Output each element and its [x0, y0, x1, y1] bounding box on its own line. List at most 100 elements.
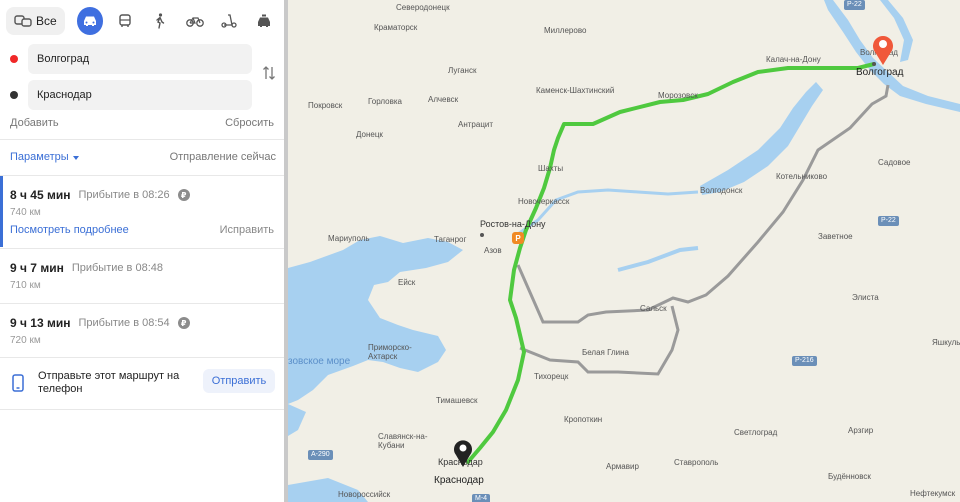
map-label: Приморско-Ахтарск — [368, 343, 412, 361]
route-duration: 9 ч 13 мин — [10, 316, 71, 330]
road-shield: Р-216 — [792, 356, 817, 366]
map-view[interactable]: Краматорск Северодонецк Миллерово Луганс… — [288, 0, 960, 502]
map-label: Элиста — [852, 293, 879, 302]
map-label: Нефтекумск — [910, 489, 956, 498]
road-shield: Р-22 — [878, 216, 899, 226]
params-label: Параметры — [10, 151, 69, 163]
map-label: Тихорецк — [534, 372, 569, 381]
toll-road-icon: ₽ — [177, 317, 190, 329]
departure-select[interactable]: Отправление сейчас — [170, 151, 276, 163]
mode-all-button[interactable]: Все — [6, 7, 65, 35]
route-point-from: Волгоград — [10, 44, 252, 74]
divider — [0, 139, 284, 140]
map-label: Шахты — [538, 164, 564, 173]
send-to-phone: Отправьте этот маршрут на телефон Отправ… — [0, 358, 284, 410]
map-label: Миллерово — [544, 26, 587, 35]
route-distance: 720 км — [10, 335, 41, 346]
kuban-estuary — [288, 404, 306, 436]
map-label: Азов — [484, 246, 502, 255]
params-dropdown[interactable]: Параметры — [10, 151, 79, 163]
selected-indicator — [0, 176, 3, 247]
map-label: Краматорск — [374, 23, 418, 32]
from-dot-icon — [10, 55, 18, 63]
bicycle-icon[interactable] — [182, 8, 207, 34]
scooter-icon[interactable] — [217, 8, 242, 34]
to-dot-icon — [10, 91, 18, 99]
road-shield: Р-22 — [844, 0, 865, 10]
route-details-link[interactable]: Посмотреть подробнее — [10, 224, 129, 236]
reset-link[interactable]: Сбросить — [225, 117, 274, 129]
route-distance: 710 км — [10, 280, 41, 291]
map-label: Сальск — [640, 304, 667, 313]
phone-icon — [12, 374, 24, 392]
route-summary: 9 ч 7 мин Прибытие в 08:48 — [10, 261, 163, 275]
route-duration: 9 ч 7 мин — [10, 261, 64, 275]
map-label: Новочеркасск — [518, 197, 570, 206]
map-label: Морозовск — [658, 91, 698, 100]
map-label: Кропоткин — [564, 415, 603, 424]
car-bus-icon — [14, 14, 32, 28]
map-label: Покровск — [308, 101, 343, 110]
route-summary: 8 ч 45 мин Прибытие в 08:26 ₽ — [10, 188, 190, 202]
alt-route-line-2 — [519, 305, 680, 376]
bus-icon[interactable] — [113, 8, 138, 34]
car-icon[interactable] — [76, 7, 104, 35]
route-duration: 8 ч 45 мин — [10, 188, 71, 202]
map-label: Горловка — [368, 97, 403, 106]
map-label: Таганрог — [434, 235, 467, 244]
map-label: Луганск — [448, 66, 477, 75]
azov-sea — [288, 236, 463, 404]
route-panel: Все Волгоград Краснодар Добавить Сбросит… — [0, 0, 284, 502]
swap-points-icon[interactable] — [262, 64, 276, 82]
route-options: Параметры Отправление сейчас — [10, 151, 276, 163]
route-summary: 9 ч 13 мин Прибытие в 08:54 ₽ — [10, 316, 190, 330]
route-option-1[interactable]: 8 ч 45 мин Прибытие в 08:26 ₽ 740 км Пос… — [0, 176, 284, 247]
map-label: Садовое — [878, 158, 911, 167]
chevron-down-icon — [72, 155, 79, 160]
map-label: Ростов-на-Дону — [480, 219, 546, 229]
point-actions: Добавить Сбросить — [10, 117, 274, 129]
transport-mode-bar: Все — [6, 6, 276, 36]
map-label: Заветное — [818, 232, 853, 241]
route-arrival: Прибытие в 08:54 — [78, 317, 170, 329]
map-label: Калач-на-Дону — [766, 55, 821, 64]
map-label: Яшкуль — [932, 338, 960, 347]
map-label: Будённовск — [828, 472, 871, 481]
map-label: Алчевск — [428, 95, 459, 104]
map-label-origin: Краснодар — [434, 475, 484, 486]
to-input[interactable]: Краснодар — [28, 80, 252, 110]
report-error-link[interactable]: Исправить — [220, 224, 274, 236]
toll-road-icon: ₽ — [177, 189, 190, 201]
route-arrival: Прибытие в 08:26 — [78, 189, 170, 201]
map-label: Мариуполь — [328, 234, 370, 243]
map-label: Антрацит — [458, 120, 494, 129]
map-label: Тимашевск — [436, 396, 478, 405]
map-label: Каменск-Шахтинский — [536, 86, 615, 95]
destination-pin-icon[interactable] — [870, 32, 896, 66]
send-button[interactable]: Отправить — [203, 369, 275, 393]
fuel-station-icon[interactable]: Р — [512, 232, 524, 244]
route-option-3[interactable]: 9 ч 13 мин Прибытие в 08:54 ₽ 720 км — [0, 304, 284, 358]
route-arrival: Прибытие в 08:48 — [71, 262, 163, 274]
map-label: Северодонецк — [396, 3, 450, 12]
map-label: Белая Глина — [582, 348, 629, 357]
map-label: Светлоград — [734, 428, 778, 437]
map-label-destination: Волгоград — [856, 67, 904, 78]
from-input[interactable]: Волгоград — [28, 44, 252, 74]
origin-pin-icon[interactable] — [452, 438, 474, 468]
map-label: Славянск-на-Кубани — [378, 432, 428, 450]
map-label: Ейск — [398, 278, 416, 287]
alt-route-line — [516, 84, 890, 324]
taxi-icon[interactable] — [251, 8, 276, 34]
route-point-to: Краснодар — [10, 80, 252, 110]
divider — [0, 409, 284, 410]
mode-all-label: Все — [36, 14, 57, 28]
add-point-link[interactable]: Добавить — [10, 117, 59, 129]
road-shield: М-4 — [472, 494, 491, 502]
sea-label: зовское море — [288, 356, 351, 367]
map-label: Ставрополь — [674, 458, 719, 467]
main-route-line — [466, 62, 876, 464]
route-option-2[interactable]: 9 ч 7 мин Прибытие в 08:48 710 км — [0, 249, 284, 303]
walk-icon[interactable] — [148, 8, 173, 34]
map-label: Волгодонск — [700, 186, 743, 195]
